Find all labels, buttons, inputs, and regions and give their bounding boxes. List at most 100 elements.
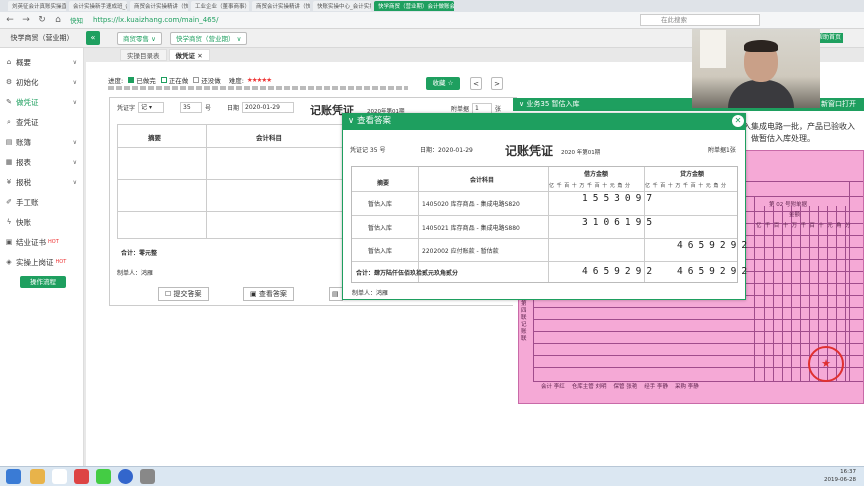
start-icon[interactable] <box>6 469 21 484</box>
sidebar-item[interactable]: ¥ 报税 ∨ <box>0 172 83 192</box>
certificate-icon: ▣ <box>5 238 13 246</box>
sidebar-item[interactable]: ◈ 实操上岗证 HOT <box>0 252 83 272</box>
answer-row-summary: 暂估入库 <box>368 201 393 208</box>
sidebar-item-label: 报表 <box>16 157 31 167</box>
chevron-down-icon: ∨ <box>72 178 77 186</box>
forward-icon[interactable]: → <box>20 14 32 26</box>
receipt-grid-line <box>773 206 774 381</box>
done-label: 已做完 <box>136 77 156 85</box>
collapse-sidebar-button[interactable]: « <box>86 31 100 45</box>
chevron-icon[interactable]: ∨ <box>519 100 524 108</box>
answer-row-account: 1405021 库存商品 - 集成电路S880 <box>422 224 520 232</box>
attach-label: 附单据 <box>451 106 470 113</box>
browser-tab[interactable]: 商贸会计实操精讲（快学商贸）_会 <box>252 1 310 11</box>
browser-tab[interactable]: 工业企业（董事商事）会计实操_会 <box>191 1 249 11</box>
answer-row-debit: 3106195 <box>582 216 658 228</box>
modal-title: 查看答案 <box>356 116 391 126</box>
progress-label: 进度: <box>108 77 124 85</box>
operation-flow-button[interactable]: 操作流程 <box>20 276 66 288</box>
view-icon: ▣ <box>250 290 257 298</box>
tab-make-voucher[interactable]: 做凭证 ✕ <box>168 49 210 61</box>
browser-tab[interactable]: 会计实操新手速成班_会计学堂 <box>69 1 127 11</box>
voucher-total: 合计：零元整 <box>121 250 158 257</box>
reload-icon[interactable]: ↻ <box>36 14 48 26</box>
receipt-digit-header: 亿千百十万千百十元角分 <box>756 223 854 229</box>
media-icon[interactable] <box>74 469 89 484</box>
sidebar-item[interactable]: ⚙ 初始化 ∨ <box>0 72 83 92</box>
todo-label: 还没做 <box>201 77 221 85</box>
close-tab-icon[interactable]: ✕ <box>197 52 202 60</box>
sidebar-item[interactable]: ϟ 快账 <box>0 212 83 232</box>
chevron-down-icon: ∨ <box>72 78 77 86</box>
browser-app-icon[interactable] <box>52 469 67 484</box>
sidebar-item[interactable]: ▦ 报表 ∨ <box>0 152 83 172</box>
sidebar-item[interactable]: ▣ 结业证书 HOT <box>0 232 83 252</box>
modal-attach: 附单据1张 <box>708 147 736 154</box>
tab-catalog[interactable]: 实操目录表 <box>120 49 167 61</box>
folder-icon[interactable] <box>30 469 45 484</box>
edit-icon: ✎ <box>6 98 12 106</box>
sidebar-item-label: 做凭证 <box>16 97 39 107</box>
browser-tab[interactable]: 快学商贸（营业期）会计做账会计 <box>374 1 454 11</box>
col-account: 会计科目 <box>256 134 282 142</box>
search-input[interactable]: 在此搜索 <box>640 14 760 26</box>
sidebar-item[interactable]: ⌕ 查凭证 <box>0 112 83 132</box>
browser-tab[interactable]: 刘英征会计真账实操直播回放_会计 <box>8 1 66 11</box>
chevron-down-icon: ∨ <box>72 58 77 66</box>
sidebar-item[interactable]: ✎ 做凭证 ∨ <box>0 92 83 112</box>
answer-table: 摘要 会计科目 借方金额 贷方金额 亿千百十万千百十元角分 亿千百十万千百十元角… <box>351 166 747 283</box>
back-icon[interactable]: ← <box>4 14 16 26</box>
sidebar-item[interactable]: ⌂ 概要 ∨ <box>0 52 83 72</box>
sidebar-item-label: 快账 <box>16 217 31 227</box>
next-button[interactable]: > <box>491 77 503 90</box>
answer-row-debit: 1553097 <box>582 193 658 204</box>
receipt-grid-line <box>782 206 783 381</box>
answer-maker: 制单人：鸿雁 <box>352 290 389 297</box>
receipt-grid-line <box>800 206 801 381</box>
url-input[interactable]: https://lx.kuaizhang.com/main_465/ <box>93 16 218 24</box>
date-input[interactable]: 2020-01-29 <box>242 102 295 113</box>
home-icon[interactable]: ⌂ <box>52 14 64 26</box>
webcam-background-lamp <box>700 30 726 68</box>
sidebar-item[interactable]: ▤ 账簿 ∨ <box>0 132 83 152</box>
view-answer-button[interactable]: ▣ 查看答案 <box>243 287 294 301</box>
voucher-header-row: 凭证字 记 ▾ 35 号 日期 2020-01-29 <box>117 102 295 113</box>
browser-tab[interactable]: 商贸会计实操精讲（快学商贸）_会 <box>130 1 188 11</box>
ie-icon[interactable] <box>140 469 155 484</box>
more-button[interactable]: ▤ <box>329 287 343 301</box>
voucher-type-select[interactable]: 记 ▾ <box>138 102 165 113</box>
chevron-down-icon[interactable]: ∨ <box>348 116 354 126</box>
badge-icon: ◈ <box>6 258 12 266</box>
submit-answer-button[interactable]: ☐ 提交答案 <box>158 287 209 301</box>
hot-badge: HOT <box>55 259 67 265</box>
prev-button[interactable]: < <box>470 77 482 90</box>
sidebar: ⌂ 概要 ∨ ⚙ 初始化 ∨ ✎ 做凭证 ∨ ⌕ 查凭证 ▤ 账簿 ∨ ▦ 报表 ∨ ¥ 报税 ∨ ✐ 手工账 ϟ 快账 ▣ 结业… <box>0 48 84 466</box>
receipt-grid-line <box>533 343 863 344</box>
collect-button[interactable]: 收藏 ☆ <box>426 77 460 90</box>
pen-icon: ✐ <box>6 198 12 206</box>
receipt-grid-line <box>791 206 792 381</box>
browser-tab[interactable]: 快账实操中心_会计实操_会计教育 <box>313 1 371 11</box>
company-select[interactable]: 快学商贸（营业期） ∨ <box>170 32 248 45</box>
sidebar-item[interactable]: ✐ 手工账 <box>0 192 83 212</box>
receipt-side-text: 第四联记账联 <box>521 301 527 342</box>
clock: 16:37 2019-06-28 <box>824 469 856 483</box>
k-app-icon[interactable] <box>118 469 133 484</box>
answer-row-account: 1405020 库存商品 - 集成电路S820 <box>422 201 520 208</box>
sidebar-item-label: 查凭证 <box>16 117 39 127</box>
close-icon[interactable]: ✕ <box>732 115 744 127</box>
open-new-window-link[interactable]: 新窗口打开 <box>821 98 856 111</box>
chrome-icon[interactable] <box>96 469 111 484</box>
chevron-down-icon: ∨ <box>72 158 77 166</box>
progress-track[interactable] <box>108 86 408 90</box>
answer-col-account: 会计科目 <box>470 177 495 184</box>
answer-total-debit: 4659292 <box>582 266 658 277</box>
voucher-number-input[interactable]: 35 <box>180 102 203 113</box>
sidebar-item-label: 账簿 <box>16 137 31 147</box>
debit-digit-header: 亿千百十万千百十元角分 <box>549 183 633 189</box>
chevron-down-icon: ∨ <box>72 138 77 146</box>
gear-icon: ⚙ <box>5 78 13 86</box>
difficulty-stars: ★★★★★ <box>246 76 272 84</box>
industry-select[interactable]: 商贸零售 ∨ <box>117 32 162 45</box>
company-seal: ★ <box>808 346 844 382</box>
